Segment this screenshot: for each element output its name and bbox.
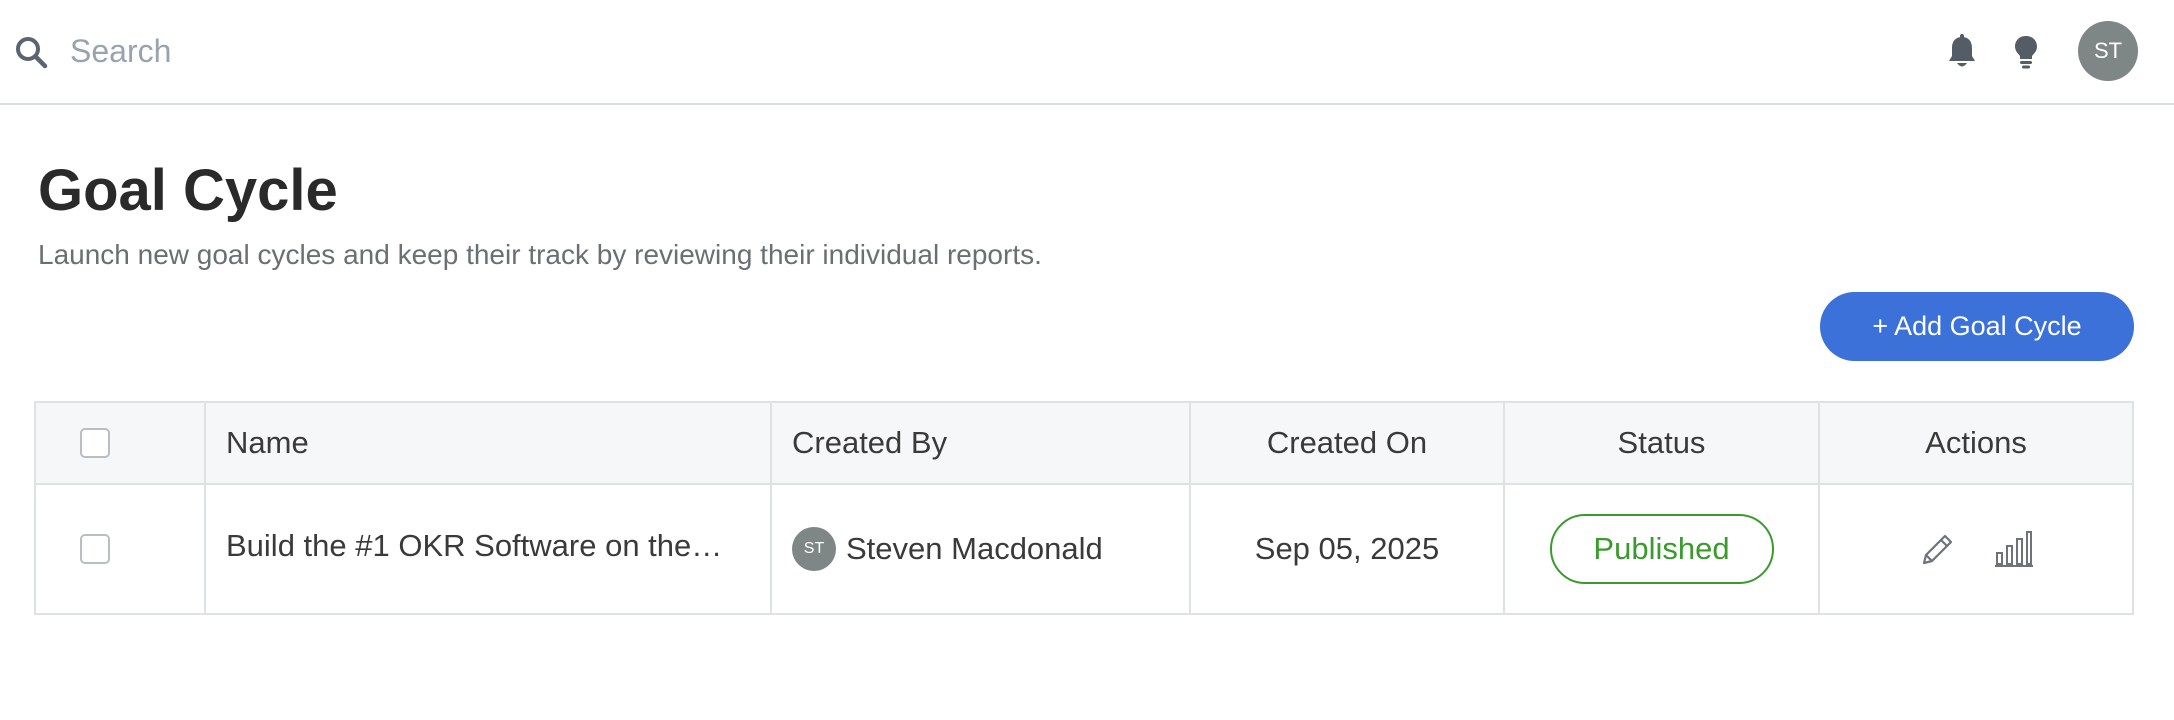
- top-bar: ST: [0, 0, 2174, 105]
- status-cell: Published: [1505, 485, 1820, 613]
- actions-cell: [1820, 485, 2132, 613]
- table-header-row: Name Created By Created On Status Action…: [36, 403, 2132, 485]
- search-icon[interactable]: [14, 35, 48, 69]
- created-on-date: Sep 05, 2025: [1254, 531, 1440, 566]
- user-avatar[interactable]: ST: [2078, 21, 2138, 81]
- column-header-name[interactable]: Name: [206, 403, 772, 483]
- column-header-created-on[interactable]: Created On: [1191, 403, 1505, 483]
- column-header-status[interactable]: Status: [1505, 403, 1820, 483]
- add-goal-cycle-button[interactable]: + Add Goal Cycle: [1820, 292, 2134, 361]
- column-header-actions: Actions: [1925, 425, 2027, 460]
- select-all-checkbox[interactable]: [80, 428, 110, 458]
- created-by-cell: ST Steven Macdonald: [772, 485, 1191, 613]
- creator-avatar: ST: [792, 527, 836, 571]
- column-header-created-by[interactable]: Created By: [772, 403, 1191, 483]
- goal-cycle-name-cell: Build the #1 OKR Software on the…: [206, 485, 772, 613]
- creator-name: Steven Macdonald: [846, 531, 1103, 566]
- page-subtitle: Launch new goal cycles and keep their tr…: [38, 239, 1042, 270]
- status-badge: Published: [1549, 514, 1774, 584]
- row-checkbox[interactable]: [80, 534, 110, 564]
- bell-icon[interactable]: [1946, 34, 1978, 70]
- created-on-cell: Sep 05, 2025: [1191, 485, 1505, 613]
- row-checkbox-cell: [36, 485, 206, 613]
- goal-cycle-name[interactable]: Build the #1 OKR Software on the…: [226, 528, 722, 564]
- goal-cycle-table: Name Created By Created On Status Action…: [34, 401, 2134, 615]
- edit-pencil-icon[interactable]: [1918, 529, 1958, 569]
- bar-chart-icon[interactable]: [1994, 529, 2034, 569]
- header-checkbox-cell: [36, 403, 206, 483]
- table-row: Build the #1 OKR Software on the… ST Ste…: [36, 485, 2132, 613]
- search-input[interactable]: [70, 26, 870, 76]
- page-title: Goal Cycle: [38, 158, 338, 223]
- lightbulb-icon[interactable]: [2012, 34, 2040, 70]
